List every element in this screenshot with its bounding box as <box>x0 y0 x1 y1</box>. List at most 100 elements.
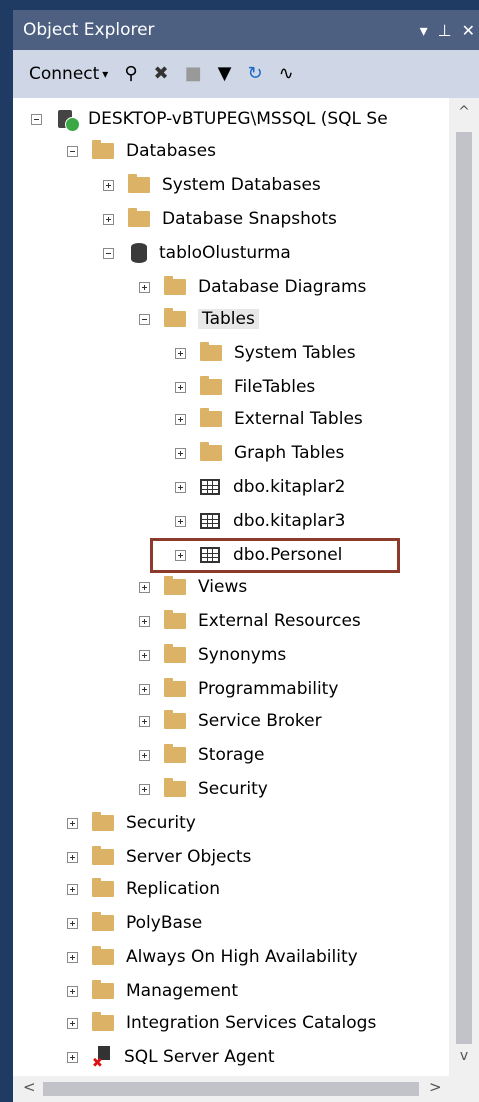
node-label: System Tables <box>234 343 356 363</box>
connect-plug-icon[interactable]: ⚲ <box>124 65 137 83</box>
collapse-icon[interactable] <box>31 113 42 125</box>
folder-icon <box>200 376 222 395</box>
tree-node-db-security[interactable]: Security <box>139 774 268 804</box>
node-label: External Resources <box>198 611 361 631</box>
tree-node-replication[interactable]: Replication <box>67 874 220 904</box>
tree-node-database-diagrams[interactable]: Database Diagrams <box>139 272 366 302</box>
collapse-icon[interactable] <box>103 247 114 259</box>
tree-node-tables[interactable]: Tables <box>139 304 259 334</box>
folder-icon <box>164 276 186 295</box>
connect-caret-icon: ▾ <box>102 67 109 81</box>
expand-icon[interactable] <box>139 581 150 593</box>
node-label: Security <box>126 813 196 833</box>
tree-node-management[interactable]: Management <box>67 976 238 1006</box>
tree-node-external-resources[interactable]: External Resources <box>139 606 361 636</box>
vertical-scroll-thumb[interactable] <box>456 132 472 1044</box>
object-explorer-tree: DESKTOP-vBTUPEG\MSSQL (SQL Se Databases … <box>13 98 449 1076</box>
node-label: Server Objects <box>126 847 252 867</box>
expand-icon[interactable] <box>175 481 186 493</box>
close-icon[interactable]: ✕ <box>462 21 475 40</box>
tree-node-database-snapshots[interactable]: Database Snapshots <box>103 204 337 234</box>
tree-node-integration-services[interactable]: Integration Services Catalogs <box>67 1008 376 1038</box>
tree-node-service-broker[interactable]: Service Broker <box>139 706 322 736</box>
folder-icon <box>164 710 186 729</box>
expand-icon[interactable] <box>103 213 114 225</box>
expand-icon[interactable] <box>175 447 186 459</box>
collapse-icon[interactable] <box>67 145 78 157</box>
tree-node-synonyms[interactable]: Synonyms <box>139 640 286 670</box>
tree-node-sql-server-agent[interactable]: ✖ SQL Server Agent <box>67 1042 275 1072</box>
expand-icon[interactable] <box>139 783 150 795</box>
node-label: PolyBase <box>126 913 203 933</box>
expand-icon[interactable] <box>67 985 78 997</box>
expand-icon[interactable] <box>139 683 150 695</box>
tree-node-table-kitaplar3[interactable]: dbo.kitaplar3 <box>175 506 345 536</box>
expand-icon[interactable] <box>67 951 78 963</box>
scroll-up-icon[interactable]: ^ <box>449 104 479 120</box>
pin-icon[interactable]: ⊥ <box>438 21 452 40</box>
expand-icon[interactable] <box>139 749 150 761</box>
disconnect-icon[interactable]: ✖ <box>154 65 169 83</box>
tree-node-external-tables[interactable]: External Tables <box>175 404 363 434</box>
expand-icon[interactable] <box>175 381 186 393</box>
tree-node-database[interactable]: tabloOlusturma <box>103 238 291 268</box>
node-label: SQL Server Agent <box>124 1047 275 1067</box>
tree-node-security[interactable]: Security <box>67 808 196 838</box>
tree-node-databases[interactable]: Databases <box>67 136 216 166</box>
expand-icon[interactable] <box>139 281 150 293</box>
expand-icon[interactable] <box>67 1017 78 1029</box>
scroll-left-icon[interactable]: < <box>23 1078 36 1096</box>
folder-icon <box>92 846 114 865</box>
database-icon <box>131 243 147 263</box>
collapse-icon[interactable] <box>139 313 150 325</box>
expand-icon[interactable] <box>175 347 186 359</box>
tree-node-storage[interactable]: Storage <box>139 740 265 770</box>
stop-icon[interactable]: ■ <box>185 65 202 83</box>
tree-node-server[interactable]: DESKTOP-vBTUPEG\MSSQL (SQL Se <box>31 104 388 134</box>
node-label: tabloOlusturma <box>159 243 291 263</box>
filter-icon[interactable]: ▼ <box>218 65 232 83</box>
expand-icon[interactable] <box>175 515 186 527</box>
tree-node-filetables[interactable]: FileTables <box>175 372 315 402</box>
folder-icon <box>200 442 222 461</box>
node-label: Storage <box>198 745 265 765</box>
connect-label: Connect <box>29 64 100 84</box>
tree-node-system-databases[interactable]: System Databases <box>103 170 321 200</box>
expand-icon[interactable] <box>103 179 114 191</box>
tree-node-table-kitaplar2[interactable]: dbo.kitaplar2 <box>175 472 345 502</box>
expand-icon[interactable] <box>67 851 78 863</box>
table-icon <box>200 479 220 495</box>
expand-icon[interactable] <box>175 413 186 425</box>
node-label: Views <box>198 577 248 597</box>
expand-icon[interactable] <box>139 715 150 727</box>
tree-node-graph-tables[interactable]: Graph Tables <box>175 438 344 468</box>
expand-icon[interactable] <box>67 917 78 929</box>
tree-node-server-objects[interactable]: Server Objects <box>67 842 251 872</box>
horizontal-scroll-thumb[interactable] <box>43 1082 419 1096</box>
tree-node-polybase[interactable]: PolyBase <box>67 908 202 938</box>
expand-icon[interactable] <box>67 1051 78 1063</box>
tree-node-system-tables[interactable]: System Tables <box>175 338 356 368</box>
expand-icon[interactable] <box>67 817 78 829</box>
tree-node-views[interactable]: Views <box>139 572 247 602</box>
tree-node-programmability[interactable]: Programmability <box>139 674 338 704</box>
refresh-icon[interactable]: ↻ <box>247 65 262 83</box>
connect-button[interactable]: Connect ▾ <box>29 64 108 84</box>
horizontal-scrollbar[interactable]: < > <box>13 1076 449 1102</box>
table-icon <box>200 513 220 529</box>
vertical-scrollbar[interactable]: ^ v <box>449 98 479 1076</box>
scroll-down-icon[interactable]: v <box>449 1048 479 1064</box>
folder-icon <box>92 812 114 831</box>
expand-icon[interactable] <box>139 615 150 627</box>
activity-monitor-icon[interactable]: ∿ <box>279 65 294 83</box>
folder-icon <box>128 208 150 227</box>
expand-icon[interactable] <box>67 883 78 895</box>
window-position-dropdown-icon[interactable]: ▾ <box>420 21 428 40</box>
scroll-right-icon[interactable]: > <box>429 1078 442 1096</box>
node-label: Tables <box>198 309 259 329</box>
node-label: Programmability <box>198 679 339 699</box>
expand-icon[interactable] <box>139 649 150 661</box>
folder-icon <box>164 610 186 629</box>
tree-node-always-on[interactable]: Always On High Availability <box>67 942 358 972</box>
folder-icon <box>92 946 114 965</box>
